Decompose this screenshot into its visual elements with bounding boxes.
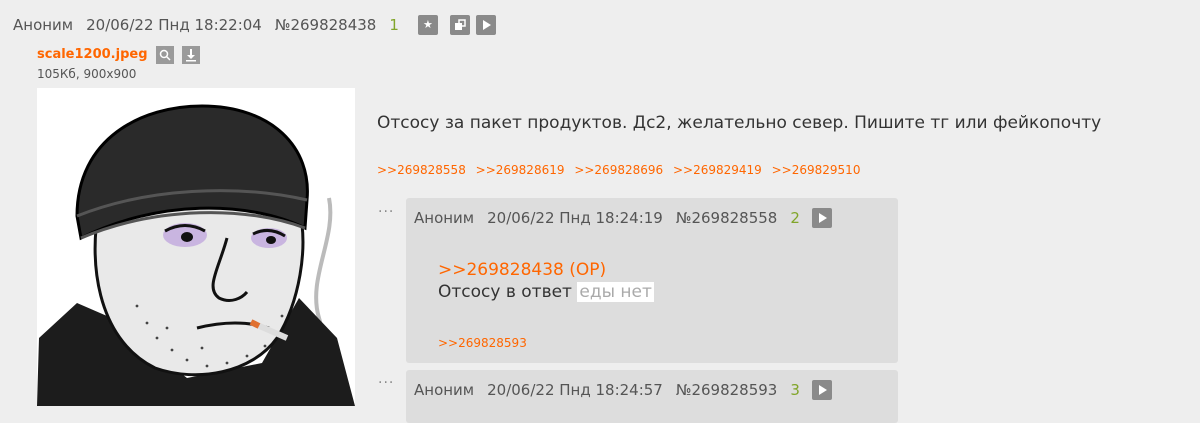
reply-link[interactable]: >>269829510 [772, 163, 861, 177]
reply-body: >>269828438 (OP) Отсосу в ответ еды нет [438, 260, 654, 302]
reply-header: Аноним 20/06/22 Пнд 18:24:57 №269828593 … [414, 380, 832, 400]
reply-post-number[interactable]: №269828558 [676, 209, 778, 227]
reply-author: Аноним [414, 209, 475, 227]
reply-dots: ··· [378, 375, 395, 391]
op-message: Отсосу за пакет продуктов. Дс2, желатель… [377, 113, 1102, 133]
reply-post-index: 3 [790, 381, 800, 399]
play-icon[interactable] [475, 15, 496, 35]
reply-link[interactable]: >>269828696 [574, 163, 663, 177]
reply-link[interactable]: >>269828619 [476, 163, 565, 177]
reply-header: Аноним 20/06/22 Пнд 18:24:19 №269828558 … [414, 208, 832, 228]
quote-link[interactable]: >>269828438 (OP) [438, 260, 654, 280]
reply-date: 20/06/22 Пнд 18:24:19 [487, 209, 663, 227]
star-icon[interactable]: ★ [417, 15, 438, 35]
reply-post-index: 2 [790, 209, 800, 227]
op-replies: >>269828558 >>269828619 >>269828696 >>26… [377, 163, 866, 177]
reply-author: Аноним [414, 381, 475, 399]
reply-link[interactable]: >>269828558 [377, 163, 466, 177]
op-header: Аноним 20/06/22 Пнд 18:22:04 №269828438 … [13, 13, 496, 37]
reply-link[interactable]: >>269828593 [438, 336, 527, 350]
download-icon[interactable] [181, 45, 200, 64]
expand-icon[interactable] [449, 15, 470, 35]
play-icon[interactable] [811, 208, 832, 228]
image-search-icon[interactable] [155, 45, 174, 64]
reply-post: Аноним 20/06/22 Пнд 18:24:19 №269828558 … [406, 198, 898, 363]
reply-message: Отсосу в ответ [438, 282, 572, 302]
op-date: 20/06/22 Пнд 18:22:04 [86, 16, 262, 34]
play-icon[interactable] [811, 380, 832, 400]
file-info: scale1200.jpeg 105Кб, 900x900 [37, 44, 200, 81]
reply-post: Аноним 20/06/22 Пнд 18:24:57 №269828593 … [406, 370, 898, 423]
reply-date: 20/06/22 Пнд 18:24:57 [487, 381, 663, 399]
reply-dots: ··· [378, 204, 395, 220]
file-meta: 105Кб, 900x900 [37, 66, 137, 81]
op-post-number[interactable]: №269828438 [275, 16, 377, 34]
spoiler-text[interactable]: еды нет [577, 282, 654, 302]
op-post-index: 1 [389, 16, 399, 34]
reply-link[interactable]: >>269829419 [673, 163, 762, 177]
file-name-link[interactable]: scale1200.jpeg [37, 47, 148, 62]
thumbnail-image[interactable] [37, 88, 355, 406]
op-author: Аноним [13, 16, 74, 34]
reply-post-number[interactable]: №269828593 [676, 381, 778, 399]
